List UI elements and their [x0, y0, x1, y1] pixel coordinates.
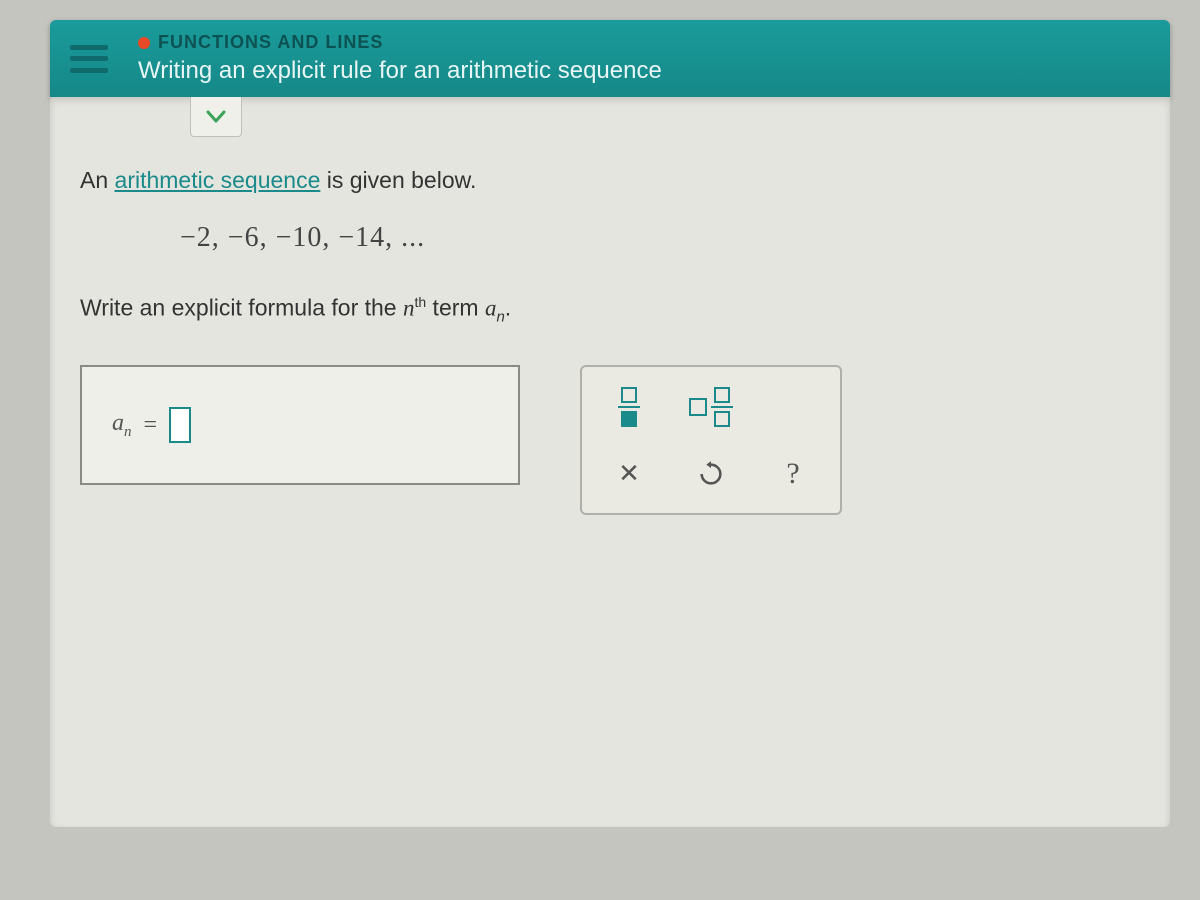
help-icon: ?	[786, 457, 799, 491]
reset-button[interactable]	[681, 449, 741, 499]
status-dropdown[interactable]	[190, 97, 242, 137]
category-dot-icon	[138, 37, 150, 49]
fraction-button[interactable]	[599, 382, 659, 432]
problem-body: An arithmetic sequence is given below. −…	[70, 137, 1150, 515]
instruction-sub-n: n	[496, 308, 504, 325]
instruction-n: n	[403, 296, 415, 321]
answer-lhs: an	[112, 410, 132, 441]
reset-icon	[697, 460, 725, 488]
math-toolbox: ✕ ?	[580, 365, 842, 515]
fraction-icon	[618, 387, 640, 427]
instruction-mid: term	[426, 295, 485, 321]
term-link-arithmetic-sequence[interactable]: arithmetic sequence	[115, 167, 321, 193]
help-button[interactable]: ?	[763, 449, 823, 499]
sequence-display: −2, −6, −10, −14, ...	[180, 222, 1140, 254]
intro-text: An arithmetic sequence is given below.	[80, 167, 1140, 194]
mixed-number-button[interactable]	[681, 382, 741, 432]
answer-input[interactable]	[169, 407, 191, 443]
instruction-th: th	[414, 294, 426, 310]
equals-sign: =	[144, 412, 158, 439]
answer-box: an =	[80, 365, 520, 485]
page-title: Writing an explicit rule for an arithmet…	[138, 57, 662, 85]
category-label: FUNCTIONS AND LINES	[138, 32, 662, 53]
instruction-a: a	[485, 296, 497, 321]
answer-a: a	[112, 410, 124, 436]
content-area: An arithmetic sequence is given below. −…	[50, 97, 1170, 827]
instruction-end: .	[505, 295, 511, 321]
app-header: FUNCTIONS AND LINES Writing an explicit …	[50, 20, 1170, 97]
instruction-text: Write an explicit formula for the nth te…	[80, 294, 1140, 325]
menu-icon[interactable]	[70, 45, 108, 73]
intro-prefix: An	[80, 167, 115, 193]
instruction-prefix: Write an explicit formula for the	[80, 295, 403, 321]
clear-button[interactable]: ✕	[599, 449, 659, 499]
mixed-number-icon	[689, 387, 733, 427]
x-icon: ✕	[618, 458, 640, 489]
answer-sub-n: n	[124, 424, 132, 440]
category-text: FUNCTIONS AND LINES	[158, 32, 383, 53]
chevron-down-icon	[206, 104, 226, 130]
intro-suffix: is given below.	[320, 167, 476, 193]
